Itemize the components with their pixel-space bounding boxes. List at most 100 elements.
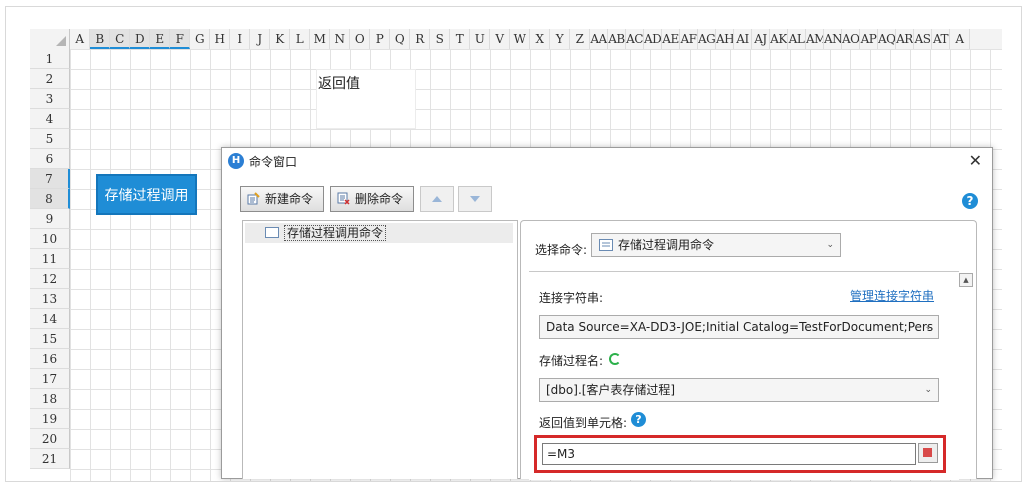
manage-connection-link[interactable]: 管理连接字符串 bbox=[850, 287, 934, 304]
row-header[interactable]: 3 bbox=[30, 89, 70, 109]
row-header[interactable]: 5 bbox=[30, 129, 70, 149]
cell-b7-proc-call[interactable]: 存储过程调用 bbox=[96, 174, 197, 215]
column-header[interactable]: AE bbox=[662, 29, 680, 49]
select-command-value: 存储过程调用命令 bbox=[618, 238, 715, 252]
column-header[interactable]: AJ bbox=[752, 29, 770, 49]
column-header[interactable]: AR bbox=[896, 29, 914, 49]
column-header[interactable]: A bbox=[70, 29, 90, 49]
column-header[interactable]: V bbox=[490, 29, 510, 49]
column-header[interactable]: J bbox=[250, 29, 270, 49]
dialog-toolbar: 新建命令 删除命令 bbox=[232, 180, 982, 218]
column-header[interactable]: AD bbox=[644, 29, 662, 49]
column-header[interactable]: D bbox=[130, 29, 150, 49]
row-header[interactable]: 18 bbox=[30, 389, 70, 409]
column-header[interactable]: AL bbox=[788, 29, 806, 49]
row-header[interactable]: 9 bbox=[30, 209, 70, 229]
column-header[interactable]: L bbox=[290, 29, 310, 49]
column-header[interactable]: AK bbox=[770, 29, 788, 49]
row-header[interactable]: 15 bbox=[30, 329, 70, 349]
tree-item-proc-command[interactable]: 存储过程调用命令 bbox=[245, 223, 513, 243]
column-header[interactable]: AI bbox=[734, 29, 752, 49]
column-header[interactable]: N bbox=[330, 29, 350, 49]
column-header[interactable]: AH bbox=[716, 29, 734, 49]
column-header[interactable]: AM bbox=[806, 29, 824, 49]
column-header[interactable]: E bbox=[150, 29, 170, 49]
row-header[interactable]: 17 bbox=[30, 369, 70, 389]
row-header[interactable]: 4 bbox=[30, 109, 70, 129]
column-header[interactable]: O bbox=[350, 29, 370, 49]
column-header[interactable]: Z bbox=[570, 29, 590, 49]
move-up-button[interactable] bbox=[420, 186, 454, 212]
column-header[interactable]: I bbox=[230, 29, 250, 49]
select-all-corner[interactable] bbox=[30, 29, 70, 49]
column-header[interactable]: AO bbox=[842, 29, 860, 49]
column-header[interactable]: K bbox=[270, 29, 290, 49]
command-properties-panel: 选择命令: 存储过程调用命令 ⌄ 连接字符串: 管理连接字符串 Data Sou… bbox=[520, 220, 977, 480]
column-header[interactable]: Q bbox=[390, 29, 410, 49]
column-header[interactable]: G bbox=[190, 29, 210, 49]
row-header[interactable]: 8 bbox=[30, 189, 70, 209]
row-header[interactable]: 19 bbox=[30, 409, 70, 429]
help-icon[interactable]: ? bbox=[962, 193, 978, 209]
new-command-button[interactable]: 新建命令 bbox=[240, 186, 324, 212]
column-header[interactable]: AG bbox=[698, 29, 716, 49]
column-header[interactable]: AT bbox=[932, 29, 950, 49]
row-header[interactable]: 21 bbox=[30, 449, 70, 469]
row-header[interactable]: 1 bbox=[30, 49, 70, 69]
delete-command-label: 删除命令 bbox=[355, 192, 404, 206]
tree-item-label: 存储过程调用命令 bbox=[284, 225, 387, 241]
column-header[interactable]: W bbox=[510, 29, 530, 49]
chevron-down-icon: ⌄ bbox=[924, 322, 932, 332]
row-header[interactable]: 20 bbox=[30, 429, 70, 449]
column-header[interactable]: M bbox=[310, 29, 330, 49]
column-header[interactable]: AC bbox=[626, 29, 644, 49]
row-header[interactable]: 7 bbox=[30, 169, 70, 189]
row-header[interactable]: 16 bbox=[30, 349, 70, 369]
close-icon[interactable]: ✕ bbox=[969, 151, 982, 170]
column-header[interactable]: H bbox=[210, 29, 230, 49]
row-header[interactable]: 12 bbox=[30, 269, 70, 289]
cell-m2-return-value[interactable]: 返回值 bbox=[318, 73, 360, 93]
command-icon bbox=[599, 239, 613, 251]
cell-picker-icon[interactable] bbox=[918, 443, 938, 463]
delete-command-button[interactable]: 删除命令 bbox=[330, 186, 414, 212]
proc-name-dropdown[interactable]: [dbo].[客户表存储过程] ⌄ bbox=[539, 378, 939, 402]
column-header[interactable]: B bbox=[90, 29, 110, 49]
chevron-down-icon: ⌄ bbox=[924, 385, 932, 395]
row-header[interactable]: 2 bbox=[30, 69, 70, 89]
highlight-box: =M3 bbox=[534, 435, 946, 473]
column-header[interactable]: AP bbox=[860, 29, 878, 49]
refresh-icon[interactable] bbox=[609, 353, 621, 365]
column-header[interactable]: R bbox=[410, 29, 430, 49]
column-header[interactable]: AN bbox=[824, 29, 842, 49]
help-icon[interactable]: ? bbox=[631, 412, 646, 427]
return-to-cell-label: 返回值到单元格: bbox=[539, 416, 628, 430]
dialog-titlebar[interactable]: H 命令窗口 ✕ bbox=[222, 148, 992, 174]
scroll-up-arrow-icon[interactable]: ▲ bbox=[959, 273, 973, 287]
screenshot-frame: A B C D E F G H I J K L M N O P Q R S T U V W X Y Z AA AB AC AD AE AF AG… bbox=[5, 6, 1022, 482]
column-header[interactable]: AF bbox=[680, 29, 698, 49]
row-header[interactable]: 11 bbox=[30, 249, 70, 269]
column-header[interactable]: X bbox=[530, 29, 550, 49]
row-header[interactable]: 14 bbox=[30, 309, 70, 329]
column-header[interactable]: P bbox=[370, 29, 390, 49]
column-header[interactable]: S bbox=[430, 29, 450, 49]
column-header[interactable]: AB bbox=[608, 29, 626, 49]
column-header[interactable]: U bbox=[470, 29, 490, 49]
column-header[interactable]: F bbox=[170, 29, 190, 49]
column-header[interactable]: T bbox=[450, 29, 470, 49]
row-header[interactable]: 10 bbox=[30, 229, 70, 249]
column-header[interactable]: AS bbox=[914, 29, 932, 49]
connection-string-dropdown[interactable]: Data Source=XA-DD3-JOE;Initial Catalog=T… bbox=[539, 315, 939, 339]
return-cell-input[interactable]: =M3 bbox=[542, 443, 916, 465]
column-header[interactable]: C bbox=[110, 29, 130, 49]
row-header[interactable]: 13 bbox=[30, 289, 70, 309]
move-down-button[interactable] bbox=[458, 186, 492, 212]
column-header[interactable]: AQ bbox=[878, 29, 896, 49]
row-header[interactable]: 6 bbox=[30, 149, 70, 169]
select-command-dropdown[interactable]: 存储过程调用命令 ⌄ bbox=[591, 233, 841, 257]
column-header[interactable]: A bbox=[950, 29, 970, 49]
column-header[interactable]: AA bbox=[590, 29, 608, 49]
column-header[interactable]: Y bbox=[550, 29, 570, 49]
new-document-icon bbox=[247, 192, 260, 205]
